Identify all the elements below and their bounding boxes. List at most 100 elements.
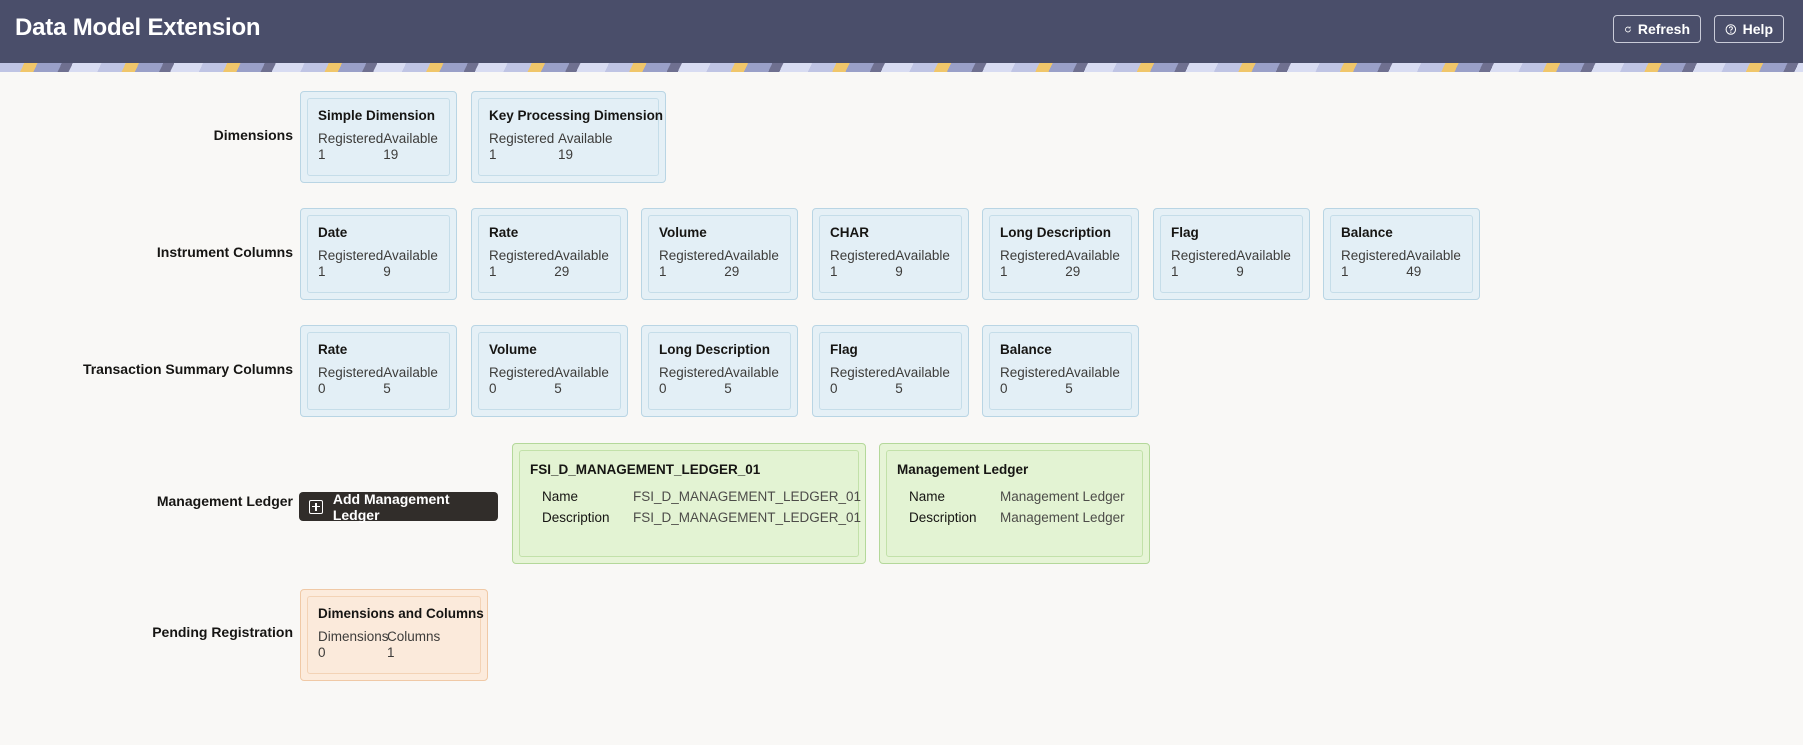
add-management-ledger-label: Add Management Ledger: [332, 490, 450, 523]
row-label-pending-registration: Pending Registration: [152, 624, 293, 640]
transaction-summary-card[interactable]: Flag Registered 0 Available 5: [812, 325, 969, 417]
available-label: Available: [383, 365, 438, 380]
instrument-column-card[interactable]: Balance Registered 1 Available 49: [1323, 208, 1480, 300]
registered-label: Registered: [489, 248, 555, 263]
card-title: CHAR: [830, 225, 869, 240]
instrument-column-card[interactable]: Flag Registered 1 Available 9: [1153, 208, 1310, 300]
ledger-title: FSI_D_MANAGEMENT_LEDGER_01: [530, 462, 761, 477]
instrument-column-card[interactable]: Volume Registered 1 Available 29: [641, 208, 798, 300]
available-value: 49: [1406, 264, 1422, 279]
transaction-summary-card[interactable]: Rate Registered 0 Available 5: [300, 325, 457, 417]
ledger-description-value: Management Ledger: [1000, 510, 1125, 525]
transaction-summary-card[interactable]: Long Description Registered 0 Available 5: [641, 325, 798, 417]
add-management-ledger-button[interactable]: Add Management Ledger: [299, 490, 498, 523]
dimensions-value: 0: [318, 645, 326, 660]
row-label-dimensions: Dimensions: [213, 127, 293, 143]
available-label: Available: [895, 248, 950, 263]
card-title: Volume: [489, 342, 537, 357]
instrument-column-card[interactable]: CHAR Registered 1 Available 9: [812, 208, 969, 300]
instrument-column-card[interactable]: Rate Registered 1 Available 29: [471, 208, 628, 300]
refresh-icon: [1625, 25, 1631, 32]
add-icon: [309, 499, 323, 514]
registered-value: 1: [318, 147, 326, 162]
available-label: Available: [558, 131, 613, 146]
transaction-summary-card[interactable]: Balance Registered 0 Available 5: [982, 325, 1139, 417]
help-label: Help: [1742, 21, 1773, 37]
dimension-card[interactable]: Key Processing Dimension Registered 1 Ava…: [471, 91, 666, 183]
available-value: 19: [558, 147, 574, 162]
registered-label: Registered: [318, 365, 384, 380]
registered-value: 0: [489, 381, 497, 396]
refresh-button[interactable]: Refresh: [1613, 15, 1701, 43]
registered-value: 1: [659, 264, 667, 279]
description-label: Description: [909, 510, 977, 525]
card-title: Dimensions and Columns: [318, 606, 484, 621]
available-value: 29: [1065, 264, 1081, 279]
card-title: Long Description: [1000, 225, 1111, 240]
registered-label: Registered: [659, 248, 725, 263]
refresh-label: Refresh: [1637, 21, 1690, 37]
registered-value: 1: [1341, 264, 1349, 279]
available-label: Available: [383, 131, 438, 146]
registered-label: Registered: [659, 365, 725, 380]
ledger-name-value: Management Ledger: [1000, 489, 1125, 504]
available-label: Available: [554, 248, 609, 263]
row-label-transaction-summary-columns: Transaction Summary Columns: [82, 361, 293, 377]
available-value: 29: [724, 264, 740, 279]
registered-value: 0: [318, 381, 326, 396]
row-label-management-ledger: Management Ledger: [156, 493, 293, 509]
registered-value: 0: [1000, 381, 1008, 396]
transaction-summary-card[interactable]: Volume Registered 0 Available 5: [471, 325, 628, 417]
instrument-column-card[interactable]: Long Description Registered 1 Available 29: [982, 208, 1139, 300]
card-title: Flag: [1171, 225, 1199, 240]
available-label: Available: [1065, 365, 1120, 380]
registered-value: 1: [830, 264, 838, 279]
available-label: Available: [554, 365, 609, 380]
available-label: Available: [383, 248, 438, 263]
registered-value: 0: [659, 381, 667, 396]
registered-label: Registered: [318, 248, 384, 263]
dimension-card[interactable]: Simple Dimension Registered 1 Available 19: [300, 91, 457, 183]
available-value: 5: [554, 381, 562, 396]
help-button[interactable]: Help: [1714, 15, 1784, 43]
row-label-instrument-columns: Instrument Columns: [156, 244, 293, 260]
registered-value: 1: [489, 264, 497, 279]
available-label: Available: [895, 365, 950, 380]
registered-label: Registered: [830, 365, 896, 380]
card-title: Balance: [1000, 342, 1052, 357]
management-ledger-card[interactable]: Management Ledger Name Management Ledger…: [879, 443, 1150, 564]
management-ledger-card[interactable]: FSI_D_MANAGEMENT_LEDGER_01 Name FSI_D_MA…: [512, 443, 866, 564]
pending-registration-card[interactable]: Dimensions and Columns Dimensions 0 Colum…: [300, 589, 488, 681]
available-value: 5: [1065, 381, 1073, 396]
registered-label: Registered: [489, 365, 555, 380]
card-title: Volume: [659, 225, 707, 240]
registered-value: 1: [1000, 264, 1008, 279]
instrument-column-card[interactable]: Date Registered 1 Available 9: [300, 208, 457, 300]
available-value: 9: [1236, 264, 1244, 279]
ledger-description-value: FSI_D_MANAGEMENT_LEDGER_01: [633, 510, 862, 525]
ledger-name-value: FSI_D_MANAGEMENT_LEDGER_01: [633, 489, 862, 504]
ledger-title: Management Ledger: [897, 462, 1029, 477]
available-label: Available: [1236, 248, 1291, 263]
page-title: Data Model Extension: [15, 14, 261, 41]
registered-value: 1: [489, 147, 497, 162]
app-header: Data Model Extension Refresh Help: [0, 0, 1803, 64]
available-value: 29: [554, 264, 570, 279]
registered-label: Registered: [1000, 365, 1066, 380]
header-decorative-band: [0, 63, 1803, 72]
description-label: Description: [542, 510, 610, 525]
columns-value: 1: [387, 645, 395, 660]
registered-label: Registered: [318, 131, 384, 146]
available-label: Available: [1065, 248, 1120, 263]
available-value: 19: [383, 147, 399, 162]
registered-value: 1: [318, 264, 326, 279]
registered-label: Registered: [489, 131, 555, 146]
registered-value: 1: [1171, 264, 1179, 279]
name-label: Name: [542, 489, 579, 504]
registered-label: Registered: [830, 248, 896, 263]
dimensions-label: Dimensions: [318, 629, 389, 644]
card-title: Long Description: [659, 342, 770, 357]
available-value: 5: [383, 381, 391, 396]
registered-label: Registered: [1341, 248, 1407, 263]
available-value: 5: [895, 381, 903, 396]
